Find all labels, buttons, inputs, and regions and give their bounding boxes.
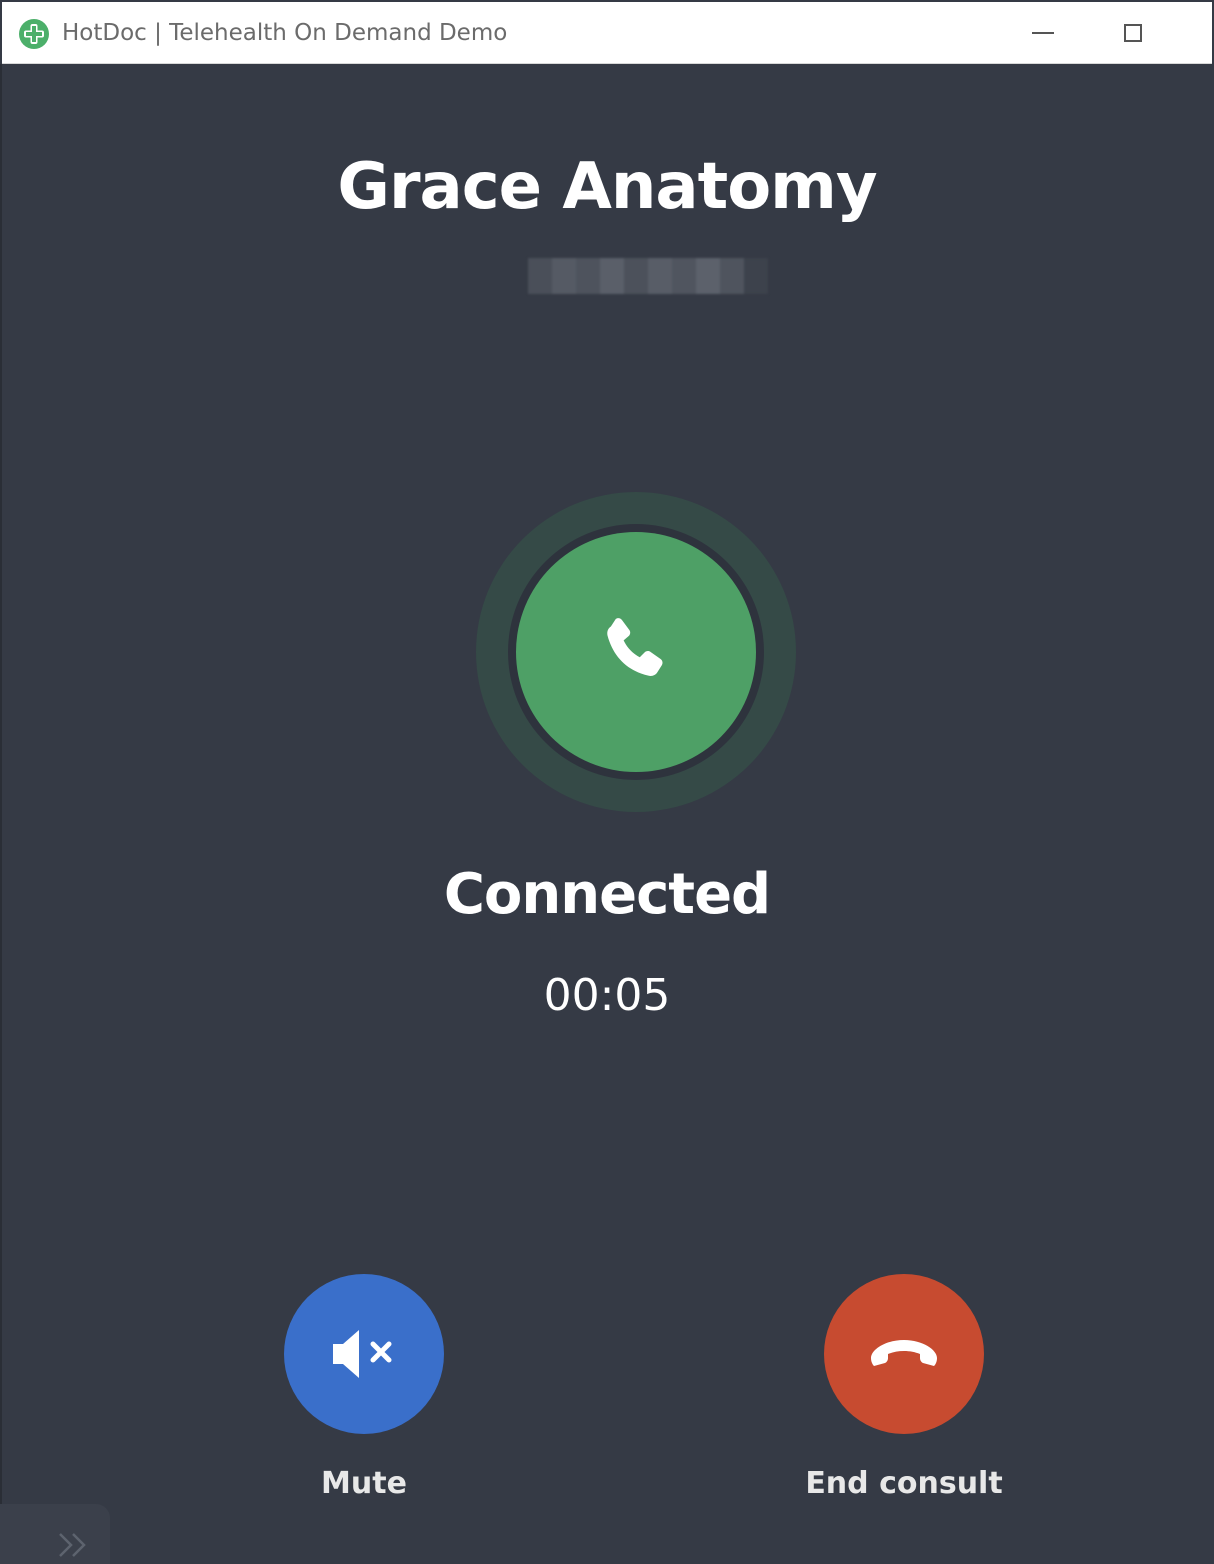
title-bar: HotDoc | Telehealth On Demand Demo	[2, 2, 1212, 64]
maximize-icon	[1124, 24, 1142, 42]
caller-name: Grace Anatomy	[337, 150, 877, 224]
call-timer: 00:05	[543, 970, 671, 1021]
redacted-caller-detail	[528, 258, 768, 294]
call-status-indicator	[516, 532, 756, 772]
end-consult-label: End consult	[805, 1466, 1003, 1501]
minimize-button[interactable]	[998, 2, 1088, 64]
double-chevron-right-icon	[59, 1533, 86, 1557]
minimize-icon	[1032, 32, 1054, 34]
window-left-edge	[0, 64, 2, 1564]
call-window: HotDoc | Telehealth On Demand Demo Grace…	[0, 0, 1214, 1564]
hotdoc-cross-logo-icon	[19, 19, 49, 49]
speaker-muted-icon	[333, 1330, 392, 1378]
hang-up-icon	[871, 1340, 937, 1366]
call-status-text: Connected	[443, 862, 771, 927]
side-panel-toggle[interactable]	[0, 1504, 110, 1564]
window-title: HotDoc | Telehealth On Demand Demo	[62, 20, 508, 46]
maximize-button[interactable]	[1088, 2, 1178, 64]
mute-label: Mute	[321, 1466, 407, 1501]
mute-button[interactable]	[284, 1274, 444, 1434]
phone-icon	[607, 618, 663, 676]
end-consult-button[interactable]	[824, 1274, 984, 1434]
